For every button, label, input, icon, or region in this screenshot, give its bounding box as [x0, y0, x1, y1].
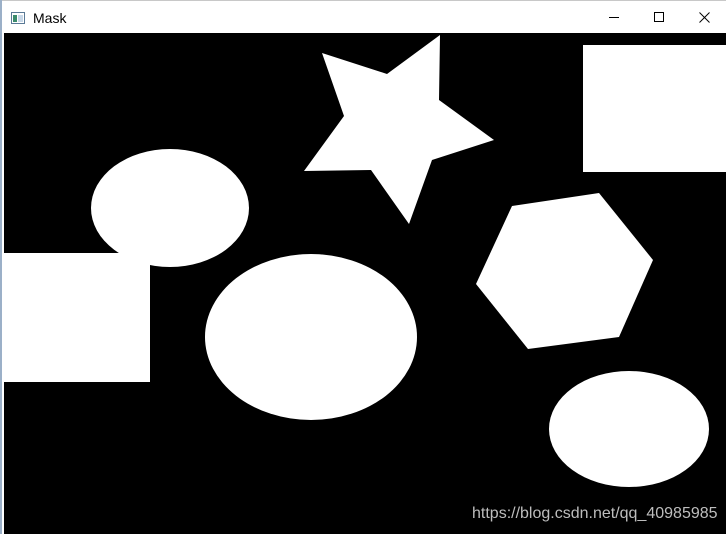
- watermark-text: https://blog.csdn.net/qq_40985985: [472, 505, 718, 522]
- ellipse-shape-small: [91, 149, 249, 267]
- app-window-icon: [11, 11, 25, 24]
- title-bar[interactable]: Mask: [2, 0, 726, 33]
- square-shape: [583, 45, 726, 172]
- minimize-icon: [609, 12, 619, 22]
- close-icon: [698, 11, 710, 23]
- ellipse-shape-bottom: [549, 371, 709, 487]
- window-title: Mask: [33, 10, 67, 26]
- rectangle-shape: [4, 253, 150, 382]
- minimize-button[interactable]: [591, 1, 637, 33]
- maximize-button[interactable]: [636, 1, 682, 33]
- close-button[interactable]: [681, 1, 726, 33]
- ellipse-shape-large: [205, 254, 417, 420]
- mask-image: [4, 33, 726, 534]
- mask-canvas: [4, 33, 726, 534]
- maximize-icon: [654, 12, 664, 22]
- mask-window: Mask https://blog.csdn.net/qq_40985985: [0, 0, 726, 534]
